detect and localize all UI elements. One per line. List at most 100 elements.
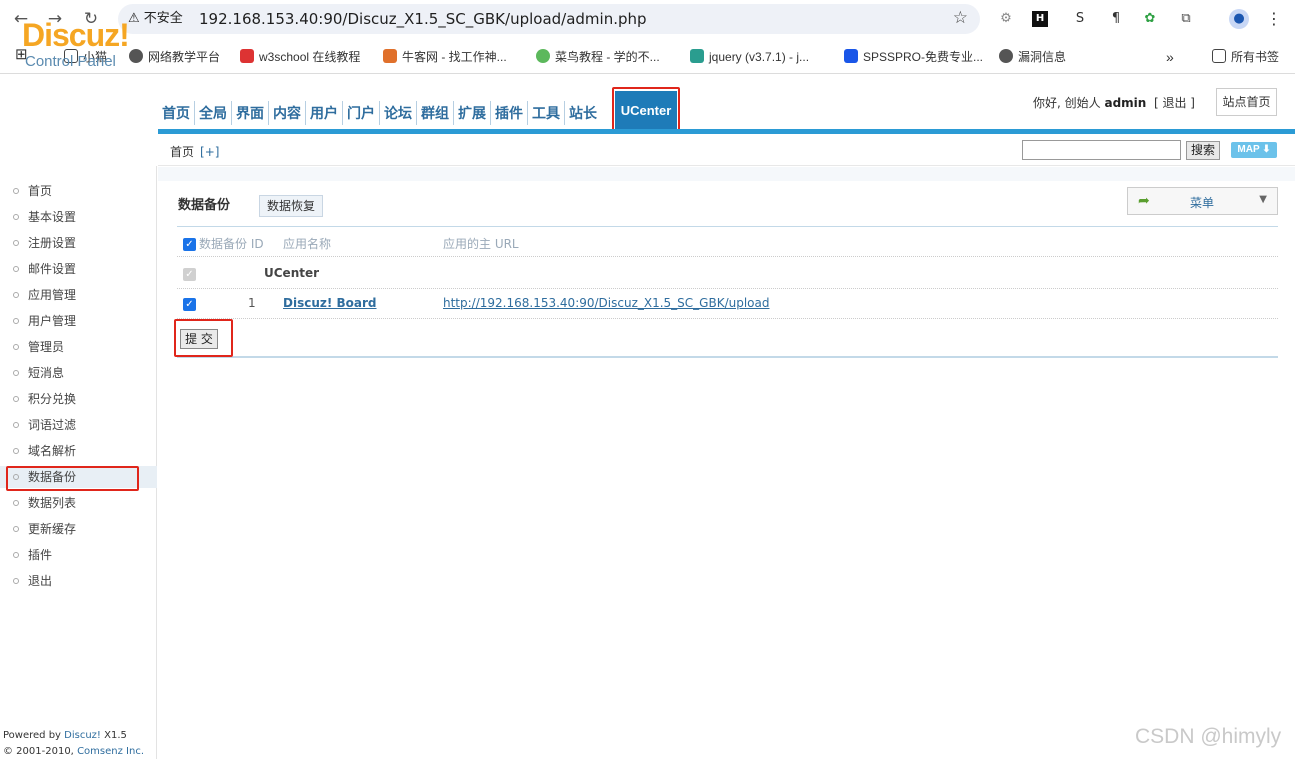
add-shortcut-link[interactable]: [+] [200,145,219,159]
bookmark-w3school[interactable]: w3school 在线教程 [240,48,360,66]
chevron-right-icon[interactable]: » [1166,48,1174,66]
sidebar-item-home[interactable]: 首页 [0,180,157,202]
sidebar-item-logout[interactable]: 退出 [0,570,157,592]
breadcrumb: 首页 [+] [170,143,219,160]
nav-content[interactable]: 内容 [269,101,306,125]
extension-h-icon[interactable]: H [1032,11,1048,27]
sidebar-item-credit-exchange[interactable]: 积分兑换 [0,388,157,410]
nav-forum[interactable]: 论坛 [380,101,417,125]
extension-gear-icon[interactable]: ✿ [1140,9,1160,29]
column-app-name: 应用名称 [283,237,332,251]
sidebar-item-domain[interactable]: 域名解析 [0,440,157,462]
menu-dropdown[interactable]: ➦ 菜单 ▼ [1127,187,1278,215]
search-input[interactable] [1022,140,1181,160]
tab-data-restore[interactable]: 数据恢复 [259,195,323,217]
top-navigation: 首页 全局 界面 内容 用户 门户 论坛 群组 扩展 插件 工具 站长 [158,101,601,125]
sidebar-item-user-management[interactable]: 用户管理 [0,310,157,332]
nav-extend[interactable]: 扩展 [454,101,491,125]
bullet-icon [13,500,19,506]
nav-users[interactable]: 用户 [306,101,343,125]
table-bottom-border [177,356,1278,358]
bullet-icon [13,396,19,402]
sidebar-item-update-cache[interactable]: 更新缓存 [0,518,157,540]
menu-label: 菜单 [1190,196,1215,210]
bookmark-runoob[interactable]: 菜鸟教程 - 学的不... [536,48,660,66]
nav-tools[interactable]: 工具 [528,101,565,125]
sidebar-item-messages[interactable]: 短消息 [0,362,157,384]
bullet-icon [13,214,19,220]
bullet-icon [13,578,19,584]
comsenz-link[interactable]: Comsenz Inc. [77,746,144,757]
nav-interface[interactable]: 界面 [232,101,269,125]
bookmark-spsspro[interactable]: SPSSPRO-免费专业... [844,48,983,66]
nav-plugins[interactable]: 插件 [491,101,528,125]
sidebar-item-basic-settings[interactable]: 基本设置 [0,206,157,228]
search-button[interactable]: 搜索 [1186,141,1220,160]
bookmark-all[interactable]: 所有书签 [1212,48,1279,66]
security-indicator[interactable]: ⚠ 不安全 [128,11,183,27]
sidebar-top [0,133,157,165]
sidebar-item-admins[interactable]: 管理员 [0,336,157,358]
row-app-url-link[interactable]: http://192.168.153.40:90/Discuz_X1.5_SC_… [443,296,769,310]
username: admin [1104,96,1147,110]
discuz-link[interactable]: Discuz! [64,730,101,741]
nav-groups[interactable]: 群组 [417,101,454,125]
bullet-icon [13,240,19,246]
menu-dots-icon[interactable]: ⋮ [1264,9,1284,29]
table-group-row: ✓ [177,257,1278,289]
extension-counter-icon[interactable]: S [1070,9,1090,29]
main-top-band [158,167,1295,181]
star-icon[interactable]: ☆ [953,8,968,28]
site-home-button[interactable]: 站点首页 [1216,88,1277,116]
extension-icon[interactable]: ⚙ [996,9,1016,29]
nav-global[interactable]: 全局 [195,101,232,125]
highlight-submit [174,319,233,357]
jquery-icon [690,49,704,63]
profile-avatar-icon[interactable]: ● [1229,9,1249,29]
sidebar-item-word-filter[interactable]: 词语过滤 [0,414,157,436]
discuz-logo[interactable]: Discuz! [22,19,130,51]
bullet-icon [13,266,19,272]
group-label: UCenter [264,266,320,280]
bookmark-vuln-info[interactable]: 漏洞信息 [999,48,1066,66]
bullet-icon [13,318,19,324]
extension-pilcrow-icon[interactable]: ¶ [1106,9,1126,29]
folder-icon [1212,49,1226,63]
sidebar-item-data-list[interactable]: 数据列表 [0,492,157,514]
url-text[interactable]: 192.168.153.40:90/Discuz_X1.5_SC_GBK/upl… [199,10,647,28]
sidebar: 首页 基本设置 注册设置 邮件设置 应用管理 用户管理 管理员 短消息 积分兑换… [0,166,157,759]
row-app-name-link[interactable]: Discuz! Board [283,296,377,310]
page-title: 数据备份 [178,198,231,213]
address-bar[interactable]: ⚠ 不安全 192.168.153.40:90/Discuz_X1.5_SC_G… [118,4,980,34]
bullet-icon [13,422,19,428]
breadcrumb-home[interactable]: 首页 [170,145,194,159]
warning-icon: ⚠ [128,11,140,26]
bullet-icon [13,526,19,532]
w3school-icon [240,49,254,63]
bookmarks-bar: ⊞ 小猫 网络教学平台 w3school 在线教程 牛客网 - 找工作神... … [0,38,1295,74]
bullet-icon [13,370,19,376]
bullet-icon [13,344,19,350]
column-backup-id: 数据备份 ID [199,237,264,251]
bookmark-teaching[interactable]: 网络教学平台 [129,48,220,66]
row-checkbox[interactable]: ✓ [183,298,196,311]
sidebar-item-app-management[interactable]: 应用管理 [0,284,157,306]
nav-home[interactable]: 首页 [158,101,195,125]
globe-icon [129,49,143,63]
logout-link[interactable]: [ 退出 ] [1154,96,1195,110]
logo-subtitle: Control Panel [25,53,116,70]
watermark: CSDN @himyly [1135,725,1282,748]
bookmark-nowcoder[interactable]: 牛客网 - 找工作神... [383,48,507,66]
sidebar-item-register-settings[interactable]: 注册设置 [0,232,157,254]
bullet-icon [13,292,19,298]
nav-webmaster[interactable]: 站长 [565,101,601,125]
select-all-checkbox[interactable]: ✓ [183,238,196,251]
highlight-data-backup [6,466,139,491]
extensions-puzzle-icon[interactable]: ⧉ [1176,9,1196,29]
nav-portal[interactable]: 门户 [343,101,380,125]
sidebar-item-mail-settings[interactable]: 邮件设置 [0,258,157,280]
bullet-icon [13,188,19,194]
bookmark-jquery[interactable]: jquery (v3.7.1) - j... [690,48,809,66]
map-button[interactable]: MAP ⬇ [1231,142,1277,158]
sidebar-item-plugins[interactable]: 插件 [0,544,157,566]
